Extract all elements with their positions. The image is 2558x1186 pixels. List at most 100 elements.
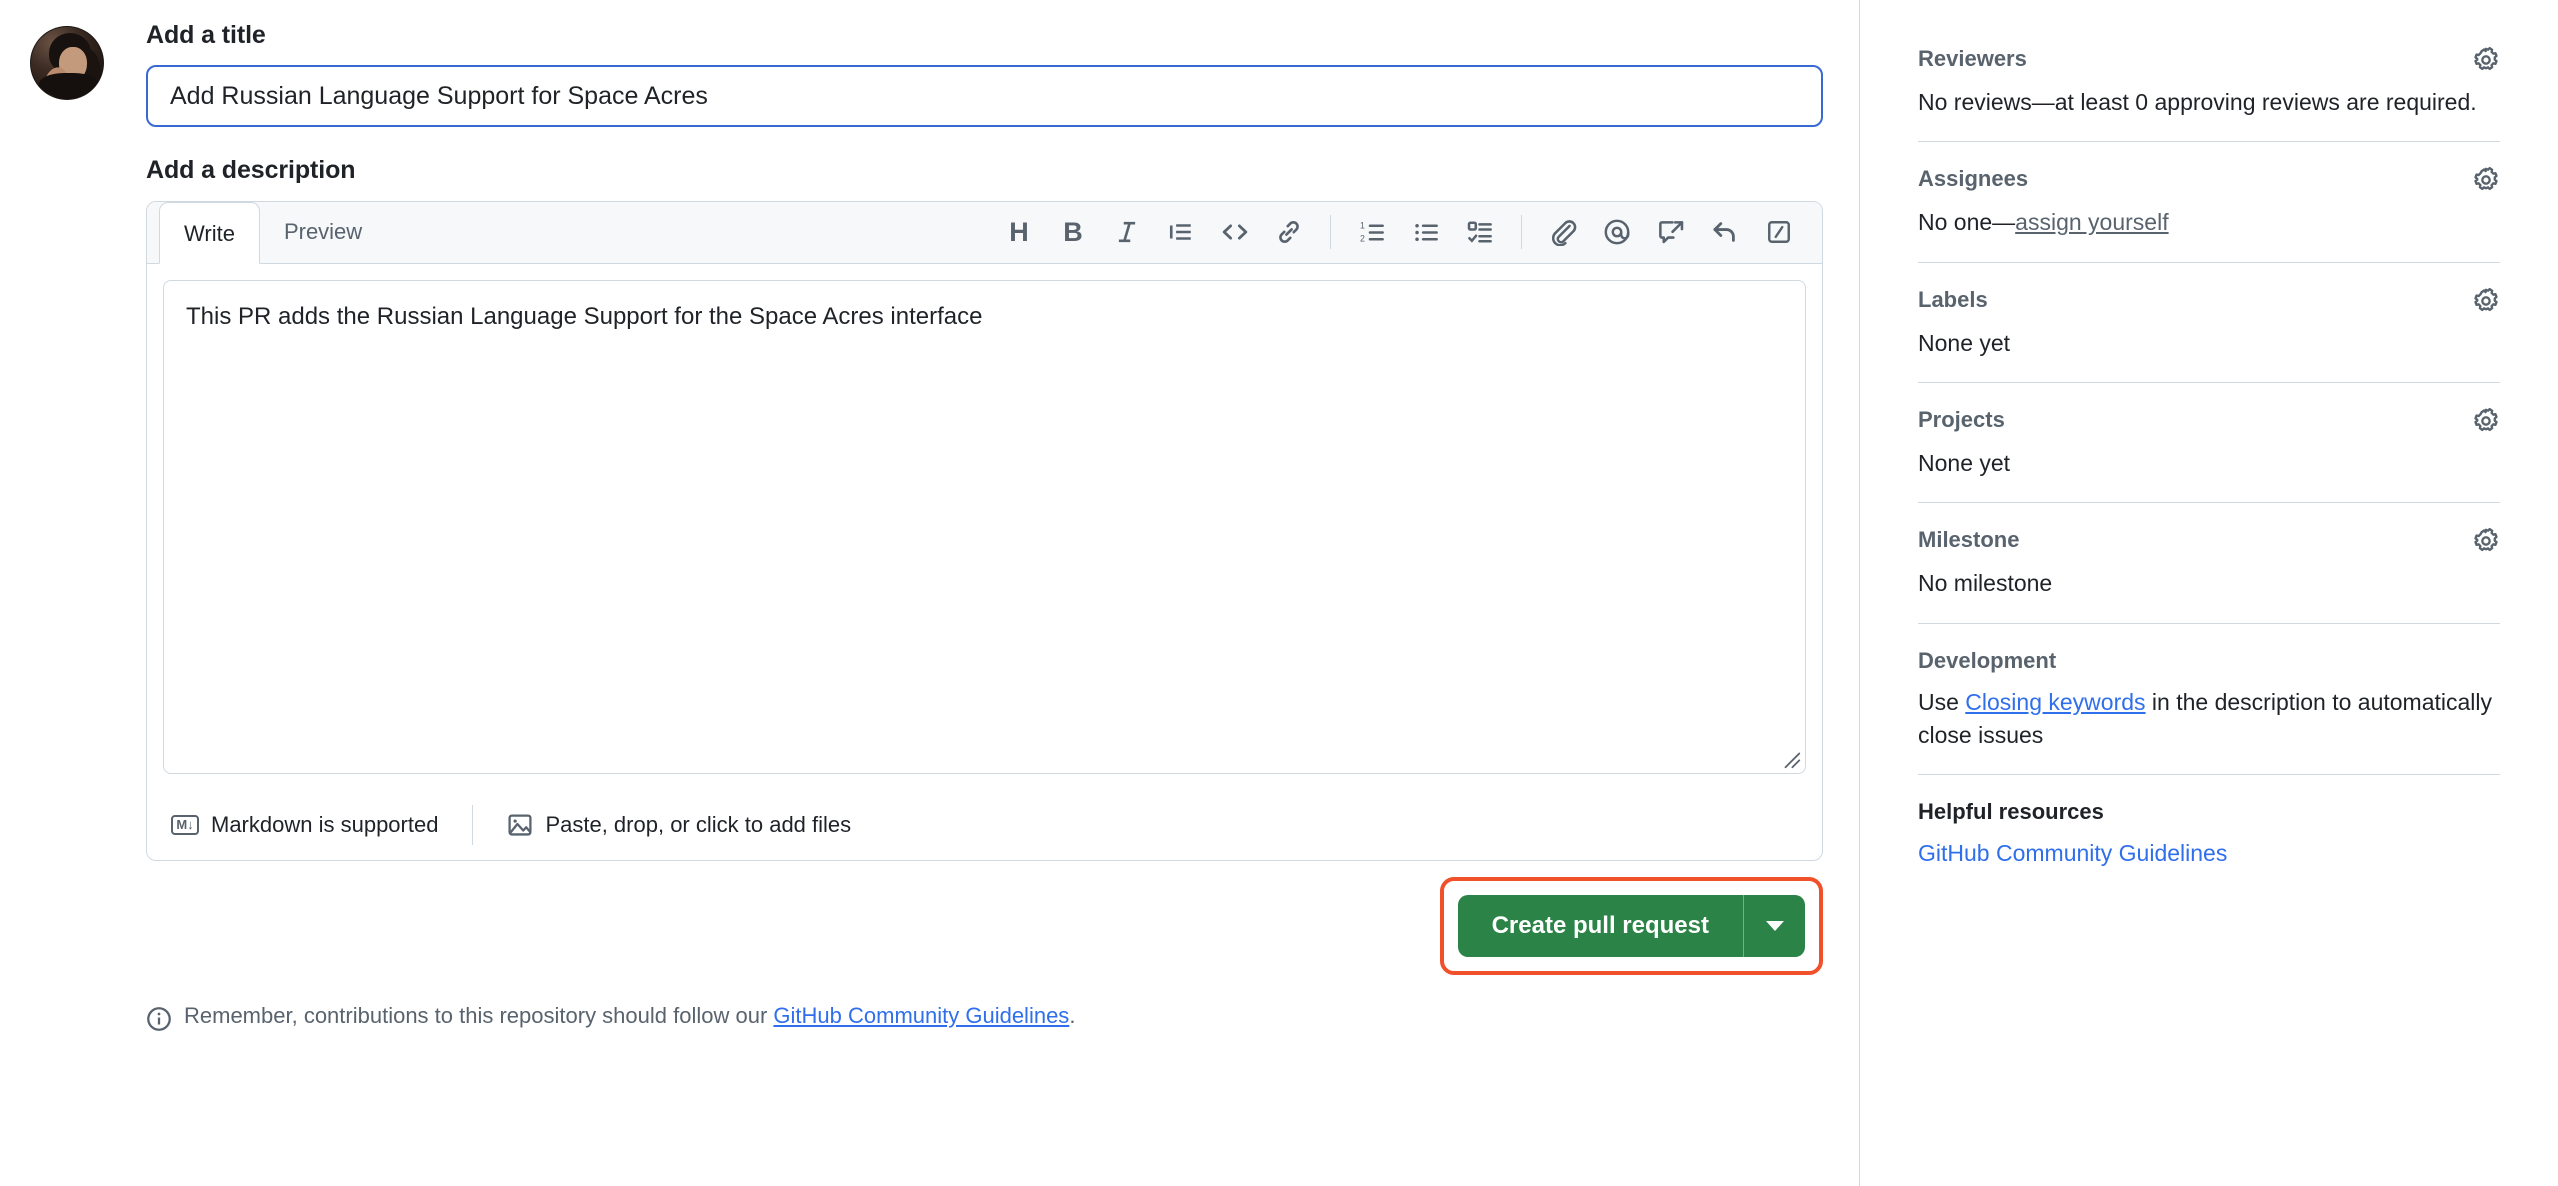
markdown-icon: M↓ <box>171 815 199 835</box>
toolbar-divider-2 <box>1521 215 1522 249</box>
editor-footer: M↓ Markdown is supported Paste, drop, or… <box>147 790 1822 860</box>
reply-icon-button[interactable] <box>1698 205 1752 259</box>
editor-tabs: Write Preview <box>147 202 386 263</box>
bold-icon-button[interactable]: B <box>1046 205 1100 259</box>
image-icon <box>507 812 533 838</box>
projects-body: None yet <box>1918 447 2500 480</box>
projects-title: Projects <box>1918 407 2005 433</box>
numbered-list-icon-button[interactable]: 1 2 <box>1345 205 1399 259</box>
assignees-body-before: No one— <box>1918 209 2015 235</box>
helpful-resources-body: GitHub Community Guidelines <box>1918 837 2500 870</box>
gear-icon <box>2472 527 2500 555</box>
avatar <box>30 26 104 100</box>
bold-icon: B <box>1063 219 1083 246</box>
editor-header: Write Preview H B <box>147 202 1822 264</box>
sidebar-section-labels: Labels None yet <box>1918 263 2500 383</box>
attachment-icon <box>1550 219 1577 246</box>
community-guidelines-note: Remember, contributions to this reposito… <box>146 1003 1823 1032</box>
main-column: Add a title Add a description Write Prev… <box>146 0 1860 1186</box>
assignees-gear-button[interactable] <box>2472 166 2500 194</box>
footer-divider <box>472 805 473 845</box>
numbered-list-icon: 1 2 <box>1359 219 1386 246</box>
description-textarea-wrap: This PR adds the Russian Language Suppor… <box>147 264 1822 790</box>
note-text-before: Remember, contributions to this reposito… <box>184 1003 773 1028</box>
assignees-title: Assignees <box>1918 166 2028 192</box>
milestone-title: Milestone <box>1918 527 2019 553</box>
create-pull-request-dropdown-button[interactable] <box>1743 895 1805 957</box>
projects-header: Projects <box>1918 407 2500 435</box>
heading-icon: H <box>1009 219 1029 246</box>
avatar-body <box>39 73 99 99</box>
svg-text:1: 1 <box>1360 220 1365 230</box>
sidebar-section-milestone: Milestone No milestone <box>1918 503 2500 623</box>
reviewers-gear-button[interactable] <box>2472 46 2500 74</box>
chevron-down-icon <box>1766 921 1784 931</box>
title-input[interactable] <box>146 65 1823 127</box>
assign-yourself-link[interactable]: assign yourself <box>2015 209 2168 235</box>
create-pull-request-group: Create pull request <box>1458 895 1805 957</box>
sidebar-section-development: Development Use Closing keywords in the … <box>1918 624 2500 776</box>
gear-icon <box>2472 46 2500 74</box>
milestone-gear-button[interactable] <box>2472 527 2500 555</box>
closing-keywords-link[interactable]: Closing keywords <box>1965 689 2145 715</box>
labels-body: None yet <box>1918 327 2500 360</box>
note-text: Remember, contributions to this reposito… <box>184 1003 1075 1029</box>
reviewers-header: Reviewers <box>1918 46 2500 74</box>
toolbar-divider-1 <box>1330 215 1331 249</box>
svg-text:2: 2 <box>1360 233 1365 243</box>
reply-icon <box>1711 218 1739 246</box>
description-editor: Write Preview H B <box>146 201 1823 861</box>
labels-gear-button[interactable] <box>2472 287 2500 315</box>
note-text-after: . <box>1069 1003 1075 1028</box>
slash-command-icon-button[interactable] <box>1752 205 1806 259</box>
link-icon <box>1276 219 1302 245</box>
projects-gear-button[interactable] <box>2472 407 2500 435</box>
gear-icon <box>2472 166 2500 194</box>
create-pull-request-button[interactable]: Create pull request <box>1458 895 1743 957</box>
gear-icon <box>2472 287 2500 315</box>
code-icon-button[interactable] <box>1208 205 1262 259</box>
add-files-item[interactable]: Paste, drop, or click to add files <box>487 812 871 838</box>
italic-icon-button[interactable] <box>1100 205 1154 259</box>
tab-write[interactable]: Write <box>159 202 260 264</box>
helpful-resources-title: Helpful resources <box>1918 799 2104 825</box>
link-icon-button[interactable] <box>1262 205 1316 259</box>
markdown-supported-item[interactable]: M↓ Markdown is supported <box>163 812 458 838</box>
quote-icon <box>1168 219 1194 245</box>
development-title: Development <box>1918 648 2056 674</box>
mention-icon-button[interactable] <box>1590 205 1644 259</box>
attachment-icon-button[interactable] <box>1536 205 1590 259</box>
sidebar-section-projects: Projects None yet <box>1918 383 2500 503</box>
cross-reference-icon-button[interactable] <box>1644 205 1698 259</box>
tab-preview[interactable]: Preview <box>260 201 386 263</box>
mention-icon <box>1603 218 1631 246</box>
add-description-label: Add a description <box>146 155 1823 186</box>
milestone-header: Milestone <box>1918 527 2500 555</box>
heading-icon-button[interactable]: H <box>992 205 1046 259</box>
task-list-icon-button[interactable] <box>1453 205 1507 259</box>
info-icon <box>146 1006 172 1032</box>
italic-icon <box>1114 219 1140 245</box>
description-textarea[interactable]: This PR adds the Russian Language Suppor… <box>163 280 1806 774</box>
pull-request-create-page: Add a title Add a description Write Prev… <box>0 0 2558 1186</box>
cross-reference-icon <box>1658 219 1685 246</box>
submit-row: Create pull request <box>146 877 1823 975</box>
helpful-resource-link[interactable]: GitHub Community Guidelines <box>1918 840 2227 866</box>
reviewers-title: Reviewers <box>1918 46 2027 72</box>
markdown-supported-label: Markdown is supported <box>211 812 438 838</box>
github-community-guidelines-link[interactable]: GitHub Community Guidelines <box>773 1003 1069 1028</box>
assignees-header: Assignees <box>1918 166 2500 194</box>
assignees-body: No one—assign yourself <box>1918 206 2500 239</box>
reviewers-body: No reviews—at least 0 approving reviews … <box>1918 86 2500 119</box>
sidebar-section-reviewers: Reviewers No reviews—at least 0 approvin… <box>1918 46 2500 142</box>
unordered-list-icon <box>1413 219 1440 246</box>
slash-command-icon <box>1766 219 1792 245</box>
unordered-list-icon-button[interactable] <box>1399 205 1453 259</box>
task-list-icon <box>1467 219 1494 246</box>
sidebar-section-assignees: Assignees No one—assign yourself <box>1918 142 2500 262</box>
sidebar: Reviewers No reviews—at least 0 approvin… <box>1860 0 2558 893</box>
quote-icon-button[interactable] <box>1154 205 1208 259</box>
labels-header: Labels <box>1918 287 2500 315</box>
sidebar-section-helpful-resources: Helpful resources GitHub Community Guide… <box>1918 775 2500 892</box>
add-title-label: Add a title <box>146 20 1823 51</box>
